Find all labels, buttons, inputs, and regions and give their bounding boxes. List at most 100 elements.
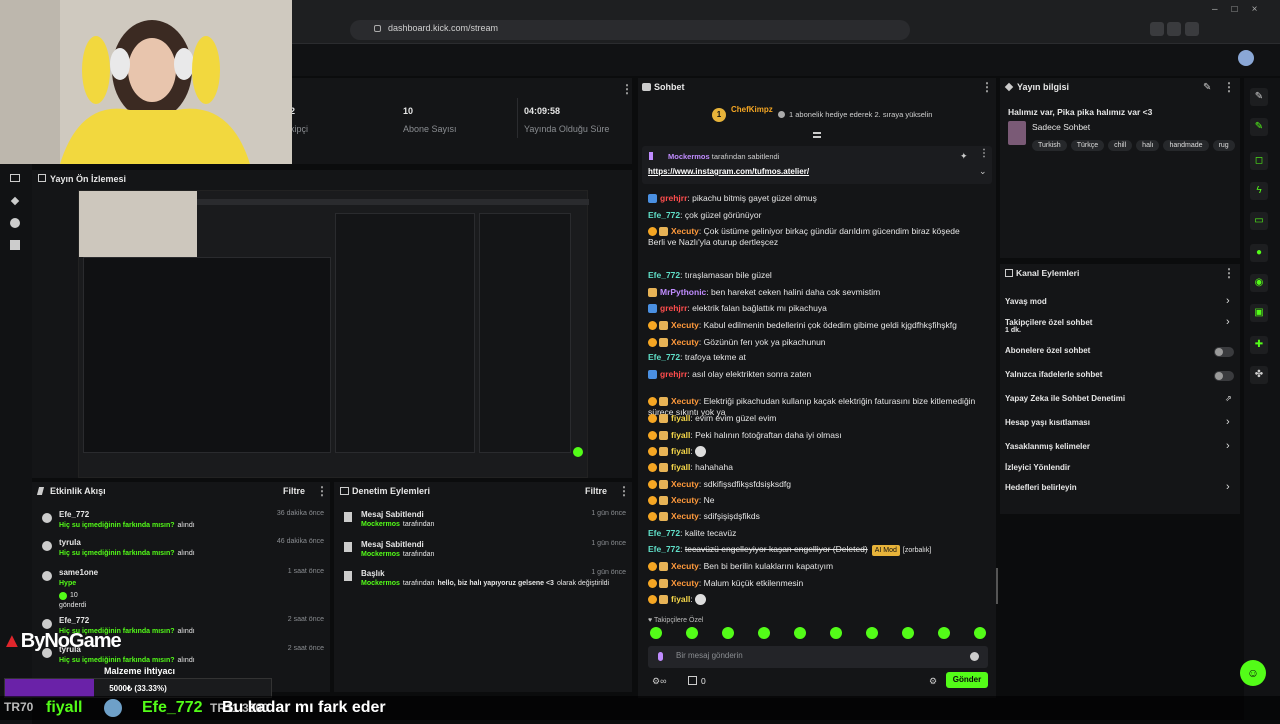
chat-username[interactable]: fiyall — [671, 413, 690, 423]
emote-icon[interactable] — [902, 627, 914, 639]
chevron-down-icon[interactable]: ⌄ — [979, 166, 987, 177]
emote-icon[interactable] — [866, 627, 878, 639]
chat-settings-icon[interactable]: ⚙∞ — [652, 676, 666, 687]
tag-chip[interactable]: Turkish — [1032, 140, 1067, 151]
chevron-right-icon[interactable]: › — [1226, 295, 1230, 307]
edit-icon[interactable]: ✎ — [1203, 82, 1211, 93]
channel-action-label[interactable]: Takipçilere özel sohbet — [1005, 318, 1092, 327]
crop-icon[interactable]: ◻ — [1250, 152, 1268, 170]
more-icon[interactable]: ⋮ — [621, 82, 633, 96]
toggle-switch[interactable] — [1214, 347, 1234, 357]
bolt-icon[interactable]: ϟ — [1250, 182, 1268, 200]
chat-username[interactable]: fiyall — [671, 594, 690, 604]
screen-icon[interactable]: ▣ — [1250, 304, 1268, 322]
emote-icon[interactable] — [758, 627, 770, 639]
chat-username[interactable]: grehjrr — [660, 303, 687, 313]
stream-info-more-icon[interactable]: ⋮ — [1223, 80, 1235, 94]
emote-icon[interactable] — [830, 627, 842, 639]
send-button[interactable]: Gönder — [946, 672, 988, 688]
tag-chip[interactable]: rug — [1212, 140, 1235, 151]
mod-user[interactable]: Mockermos — [361, 521, 400, 528]
site-info-icon[interactable] — [374, 25, 381, 32]
chat-username[interactable]: Xecuty — [671, 495, 699, 505]
emote-icon[interactable] — [722, 627, 734, 639]
chat-username[interactable]: MrPythonic — [660, 287, 706, 297]
stream-icon[interactable] — [10, 174, 20, 182]
chat-username[interactable]: fiyall — [671, 462, 690, 472]
chat-username[interactable]: Xecuty — [671, 320, 699, 330]
pinned-more-icon[interactable]: ⋮ — [979, 148, 989, 159]
chat-username[interactable]: fiyall — [671, 446, 690, 456]
chat-username[interactable]: Xecuty — [671, 226, 699, 236]
mod-user[interactable]: Mockermos — [361, 551, 400, 558]
chevron-right-icon[interactable]: › — [1226, 481, 1230, 493]
edit-icon[interactable]: ✎ — [1250, 118, 1268, 136]
category-name[interactable]: Sadece Sohbet — [1032, 122, 1090, 132]
chat-username[interactable]: Xecuty — [671, 578, 699, 588]
chat-username[interactable]: grehjrr — [660, 193, 687, 203]
channel-action-label[interactable]: Abonelere özel sohbet — [1005, 346, 1090, 355]
mod-user[interactable]: Mockermos — [361, 580, 400, 587]
activity-user[interactable]: same1one — [59, 568, 98, 577]
moderation-more-icon[interactable]: ⋮ — [618, 484, 630, 498]
emote-icon[interactable] — [686, 627, 698, 639]
window-controls[interactable]: –□× — [1212, 4, 1271, 15]
activity-user[interactable]: Efe_772 — [59, 616, 89, 625]
bot-icon[interactable] — [10, 240, 20, 250]
chat-username[interactable]: Efe_772 — [648, 210, 680, 220]
chat-username[interactable]: Efe_772 — [648, 544, 680, 554]
activity-user[interactable]: tyrula — [59, 538, 81, 547]
avatar[interactable] — [1238, 50, 1254, 66]
activity-more-icon[interactable]: ⋮ — [316, 484, 328, 498]
pinned-by-user[interactable]: Mockermos — [668, 152, 710, 161]
chat-username[interactable]: fiyall — [671, 430, 690, 440]
chat-username[interactable]: Xecuty — [671, 561, 699, 571]
top-gifter-name[interactable]: ChefKimpz — [731, 105, 773, 114]
emote-icon[interactable] — [794, 627, 806, 639]
emote-icon[interactable] — [938, 627, 950, 639]
pin-icon[interactable]: ✦ — [960, 151, 968, 162]
channel-action-label[interactable]: Yasaklanmış kelimeler — [1005, 442, 1090, 451]
activity-user[interactable]: Efe_772 — [59, 510, 89, 519]
tag-chip[interactable]: chill — [1108, 140, 1133, 151]
chat-more-icon[interactable]: ⋮ — [981, 80, 993, 94]
puzzle-icon[interactable]: ✤ — [1250, 366, 1268, 384]
external-link-icon[interactable]: ⇗ — [1225, 394, 1232, 403]
channel-action-label[interactable]: Yalnızca ifadelerle sohbet — [1005, 370, 1102, 379]
expand-icon[interactable] — [38, 174, 46, 182]
users-icon[interactable] — [10, 218, 20, 228]
chat-scrollbar[interactable] — [996, 568, 998, 604]
gear-icon[interactable]: ⚙ — [929, 676, 937, 687]
collapse-icon[interactable] — [813, 132, 821, 138]
chat-username[interactable]: Xecuty — [671, 479, 699, 489]
stream-preview-video[interactable] — [78, 190, 589, 478]
channel-action-label[interactable]: İzleyici Yönlendir — [1005, 463, 1070, 472]
broadcast-icon[interactable]: ◉ — [1250, 274, 1268, 292]
settings-icon[interactable] — [1184, 22, 1199, 36]
chat-username[interactable]: Efe_772 — [648, 528, 680, 538]
category-thumbnail[interactable] — [1008, 121, 1026, 145]
pencil-icon[interactable]: ✎ — [1250, 88, 1268, 106]
chat-username[interactable]: Xecuty — [671, 396, 699, 406]
chat-username[interactable]: Efe_772 — [648, 270, 680, 280]
chat-input[interactable]: Bir mesaj gönderin — [648, 646, 988, 668]
chevron-right-icon[interactable]: › — [1226, 440, 1230, 452]
channel-action-label[interactable]: Yavaş mod — [1005, 297, 1047, 306]
card-icon[interactable]: ▭ — [1250, 212, 1268, 230]
wrench-icon[interactable]: ✚ — [1250, 336, 1268, 354]
tag-chip[interactable]: Türkçe — [1070, 140, 1105, 151]
channel-actions-more-icon[interactable]: ⋮ — [1223, 266, 1235, 280]
support-icon[interactable]: ☺ — [1240, 660, 1266, 686]
emote-icon[interactable] — [974, 627, 986, 639]
emote-icon[interactable] — [650, 627, 662, 639]
download-icon[interactable] — [1167, 22, 1182, 36]
chat-username[interactable]: Xecuty — [671, 337, 699, 347]
emoji-icon[interactable] — [970, 652, 979, 661]
activity-filter-button[interactable]: Filtre — [283, 486, 305, 496]
tag-chip[interactable]: handmade — [1163, 140, 1209, 151]
extension-icon[interactable] — [1150, 22, 1164, 36]
chevron-right-icon[interactable]: › — [1226, 316, 1230, 328]
channel-action-label[interactable]: Hesap yaşı kısıtlaması — [1005, 418, 1090, 427]
chat-username[interactable]: Xecuty — [671, 511, 699, 521]
tag-chip[interactable]: halı — [1136, 140, 1160, 151]
